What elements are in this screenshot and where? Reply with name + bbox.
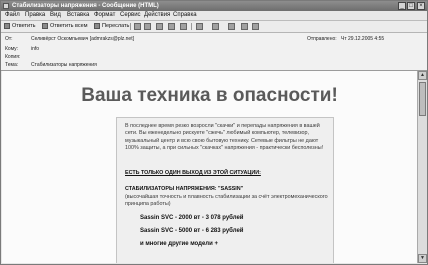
flag-icon[interactable]	[144, 23, 151, 30]
headline: Ваша техника в опасности!	[81, 85, 338, 106]
reply-all-icon	[42, 22, 48, 29]
menu-edit[interactable]: Правка	[25, 11, 45, 20]
subject-value: Стабилизаторы напряжения	[31, 62, 97, 68]
title-bar[interactable]: Стабилизаторы напряжения - Сообщение (HT…	[1, 1, 427, 11]
maximize-button[interactable]: □	[407, 2, 415, 10]
from-label: От:	[5, 36, 13, 42]
message-header: От: Селивёрст Оскомпьевич [admrakzs@plz.…	[1, 33, 427, 71]
envelope-icon	[3, 3, 9, 9]
reply-icon	[4, 22, 10, 29]
stabilizers-description: (высочайшая точность и плавность стабили…	[125, 194, 328, 208]
from-value[interactable]: Селивёрст Оскомпьевич [admrakzs@plz.net]	[31, 36, 134, 42]
save-icon[interactable]	[156, 23, 163, 30]
menu-file[interactable]: Файл	[5, 11, 20, 20]
reply-label: Ответить	[12, 23, 36, 29]
price-item-2: Sassin SVC - 5000 вт - 6 283 рублей	[140, 228, 244, 234]
message-body: Ваша техника в опасности! В последнее вр…	[2, 71, 417, 263]
address-book-icon[interactable]	[241, 23, 248, 30]
close-button[interactable]: ×	[417, 2, 425, 10]
sent-label: Отправлено:	[307, 36, 337, 42]
price-item-1: Sassin SVC - 2000 вт - 3 078 рублей	[140, 215, 244, 221]
more-models: и многие другие модели +	[140, 241, 218, 247]
menu-bar: Файл Правка Вид Вставка Формат Сервис Де…	[1, 11, 427, 21]
forward-icon	[94, 22, 100, 29]
to-label: Кому:	[5, 46, 19, 52]
reply-button[interactable]: Ответить	[4, 22, 36, 31]
window-title: Стабилизаторы напряжения - Сообщение (HT…	[12, 3, 159, 9]
menu-format[interactable]: Формат	[94, 11, 115, 20]
intro-paragraph: В последнее время резко возросли "скачки…	[125, 123, 324, 151]
help-icon[interactable]	[252, 23, 259, 30]
scroll-down-icon[interactable]: ▼	[418, 254, 427, 263]
font-size-icon[interactable]	[228, 23, 235, 30]
delete-icon[interactable]	[180, 23, 187, 30]
menu-help[interactable]: Справка	[173, 11, 197, 20]
scroll-thumb[interactable]	[419, 82, 426, 116]
forward-label: Переслать	[102, 23, 130, 29]
menu-view[interactable]: Вид	[50, 11, 61, 20]
sent-value: Чт 29.12.2005 4:55	[341, 36, 385, 42]
menu-actions[interactable]: Действия	[144, 11, 170, 20]
vertical-scrollbar[interactable]: ▲ ▼	[417, 71, 427, 263]
previous-icon[interactable]	[196, 23, 203, 30]
stabilizers-title: СТАБИЛИЗАТОРЫ НАПРЯЖЕНИЯ: "SASSIN"	[125, 186, 244, 192]
reply-all-label: Ответить всем	[50, 23, 88, 29]
menu-tools[interactable]: Сервис	[120, 11, 141, 20]
toolbar: Ответить Ответить всем Переслать	[1, 21, 427, 33]
next-icon[interactable]	[212, 23, 219, 30]
menu-insert[interactable]: Вставка	[67, 11, 89, 20]
message-window: Стабилизаторы напряжения - Сообщение (HT…	[0, 0, 428, 265]
forward-button[interactable]: Переслать	[94, 22, 129, 31]
toolbar-separator	[191, 23, 192, 30]
subject-label: Тема:	[5, 62, 19, 68]
print-icon[interactable]	[134, 23, 141, 30]
toolbar-separator	[130, 23, 131, 30]
scroll-up-icon[interactable]: ▲	[418, 71, 427, 80]
content-box: В последнее время резко возросли "скачки…	[116, 117, 334, 263]
minimize-button[interactable]: _	[398, 2, 406, 10]
cc-label: Копия:	[5, 54, 21, 60]
to-value[interactable]: info	[31, 46, 39, 52]
reply-all-button[interactable]: Ответить всем	[42, 22, 88, 31]
options-icon[interactable]	[168, 23, 175, 30]
only-one-way-heading: ЕСТЬ ТОЛЬКО ОДИН ВЫХОД ИЗ ЭТОЙ СИТУАЦИИ:	[125, 170, 261, 176]
